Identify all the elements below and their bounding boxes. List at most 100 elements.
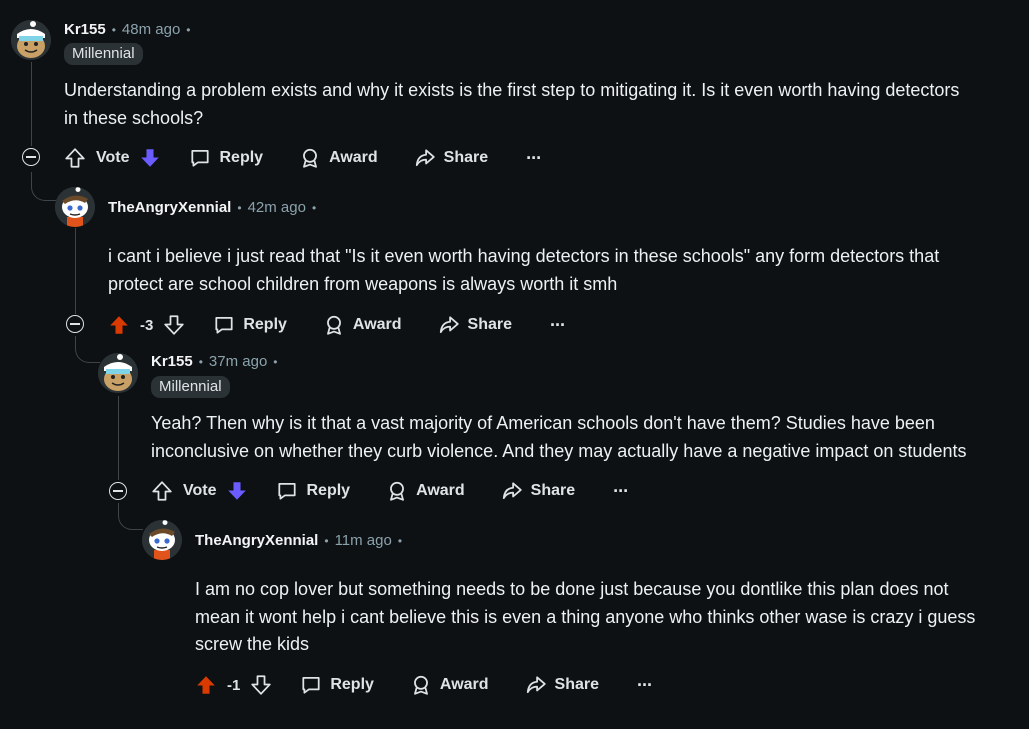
share-button[interactable]: Share — [438, 314, 512, 336]
separator: • — [397, 533, 403, 548]
thread-line — [31, 62, 32, 146]
comment-meta: Kr155 • 48m ago • — [64, 21, 196, 38]
award-label: Award — [439, 676, 489, 693]
reply-icon — [189, 147, 211, 169]
vote-label: Vote — [183, 482, 217, 499]
author-name[interactable]: TheAngryXennial — [195, 532, 318, 549]
thread-line — [75, 228, 76, 314]
downvote-button[interactable] — [139, 147, 161, 169]
author-name[interactable]: Kr155 — [151, 353, 193, 370]
reply-icon — [276, 480, 298, 502]
comment-line: in these schools? — [64, 107, 204, 128]
share-icon — [414, 147, 436, 169]
thread-line — [118, 396, 119, 480]
collapse-button[interactable] — [109, 482, 127, 500]
comment-body: Understanding a problem exists and why i… — [64, 77, 959, 132]
more-options-icon[interactable]: ··· — [637, 675, 653, 696]
timestamp[interactable]: 48m ago — [122, 21, 180, 38]
timestamp[interactable]: 11m ago — [335, 532, 392, 549]
comment-line: screw the kids — [195, 634, 310, 654]
comment-meta: Kr155 • 37m ago • — [151, 353, 283, 370]
avatar[interactable] — [142, 520, 182, 560]
comment-body: i cant i believe i just read that "Is it… — [108, 243, 939, 298]
downvote-icon — [139, 147, 161, 169]
comment-line: Yeah? Then why is it that a vast majorit… — [151, 413, 935, 433]
share-label: Share — [530, 482, 576, 499]
reply-button[interactable]: Reply — [276, 480, 350, 502]
timestamp[interactable]: 37m ago — [209, 353, 267, 370]
comment-actions: Vote Reply Award Share ··· — [151, 475, 629, 507]
more-options-icon[interactable]: ··· — [613, 481, 629, 502]
downvote-button[interactable] — [163, 314, 185, 336]
award-label: Award — [352, 316, 402, 333]
separator: • — [324, 533, 329, 548]
collapse-button[interactable] — [66, 315, 84, 333]
downvote-button[interactable] — [226, 480, 248, 502]
reply-icon — [300, 674, 322, 696]
upvote-button[interactable] — [108, 314, 130, 336]
avatar[interactable] — [55, 187, 95, 227]
award-button[interactable]: Award — [299, 147, 378, 169]
award-label: Award — [329, 149, 378, 166]
reply-button[interactable]: Reply — [189, 147, 263, 169]
award-icon — [410, 674, 432, 696]
collapse-button[interactable] — [22, 148, 40, 166]
reply-icon — [213, 314, 235, 336]
user-flair: Millennial — [151, 376, 230, 398]
comment-meta: TheAngryXennial • 11m ago • — [195, 532, 408, 549]
comment-body: Yeah? Then why is it that a vast majorit… — [151, 410, 966, 465]
award-label: Award — [416, 482, 465, 499]
separator: • — [273, 354, 278, 369]
award-button[interactable]: Award — [386, 480, 465, 502]
comment-line: mean it wont help i cant believe this is… — [195, 606, 976, 627]
downvote-icon — [163, 314, 185, 336]
reply-button[interactable]: Reply — [213, 314, 287, 336]
user-flair: Millennial — [64, 43, 143, 65]
reply-label: Reply — [306, 482, 351, 499]
separator: • — [186, 22, 191, 37]
comment-line: inconclusive on whether they curb violen… — [151, 440, 967, 461]
reply-button[interactable]: Reply — [300, 674, 374, 696]
author-name[interactable]: TheAngryXennial — [108, 199, 231, 216]
separator: • — [237, 200, 242, 215]
share-icon — [438, 314, 460, 336]
share-button[interactable]: Share — [414, 147, 488, 169]
reply-label: Reply — [243, 316, 287, 333]
comment-actions: Vote Reply Award Share ··· — [64, 142, 542, 174]
avatar[interactable] — [98, 353, 138, 393]
timestamp[interactable]: 42m ago — [248, 199, 306, 216]
more-options-icon[interactable]: ··· — [550, 315, 566, 336]
thread-connector — [118, 503, 143, 530]
comment-body: I am no cop lover but something needs to… — [195, 576, 975, 659]
reply-label: Reply — [330, 676, 374, 693]
comment-line: protect are school children from weapons… — [108, 273, 618, 294]
award-button[interactable]: Award — [410, 674, 489, 696]
share-label: Share — [443, 149, 489, 166]
downvote-button[interactable] — [250, 674, 272, 696]
vote-score: -3 — [140, 316, 154, 334]
share-button[interactable]: Share — [525, 674, 599, 696]
separator: • — [198, 354, 203, 369]
avatar[interactable] — [11, 20, 51, 60]
award-icon — [299, 147, 321, 169]
award-button[interactable]: Award — [323, 314, 402, 336]
share-icon — [525, 674, 547, 696]
vote-label: Vote — [96, 149, 130, 166]
comment-line: Understanding a problem exists and why i… — [64, 80, 960, 100]
comment-meta: TheAngryXennial • 42m ago • — [108, 199, 322, 216]
more-options-icon[interactable]: ··· — [526, 148, 542, 169]
share-button[interactable]: Share — [501, 480, 575, 502]
author-name[interactable]: Kr155 — [64, 21, 106, 38]
upvote-button[interactable] — [64, 147, 86, 169]
award-icon — [386, 480, 408, 502]
comment-line: i cant i believe i just read that "Is it… — [108, 246, 940, 266]
thread-connector — [75, 336, 100, 363]
separator: • — [311, 200, 317, 215]
share-icon — [501, 480, 523, 502]
vote-score: -1 — [227, 676, 241, 694]
upvote-button[interactable] — [151, 480, 173, 502]
reply-label: Reply — [219, 149, 264, 166]
upvote-button[interactable] — [195, 674, 217, 696]
comment-actions: -3 Reply Award Share ··· — [108, 309, 566, 341]
downvote-icon — [250, 674, 272, 696]
